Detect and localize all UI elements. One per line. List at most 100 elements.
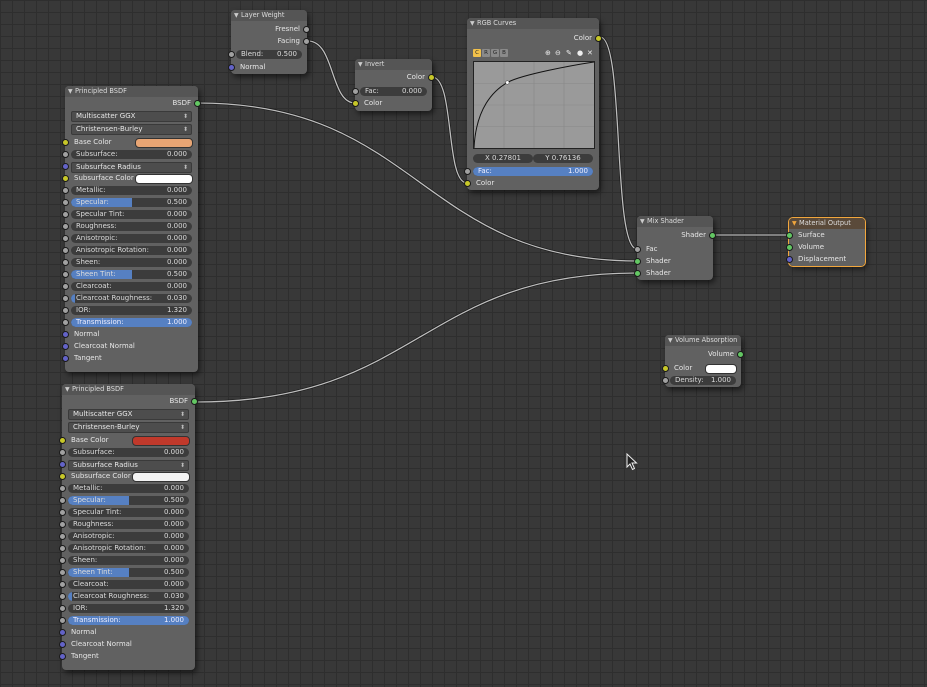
- specular-tint-socket[interactable]: [62, 211, 69, 218]
- clearcoat-roughness-socket[interactable]: [59, 593, 66, 600]
- subsurface-socket[interactable]: [62, 151, 69, 158]
- x-readout-field[interactable]: X 0.27801: [473, 153, 533, 163]
- specular-field[interactable]: Specular: 0.500: [68, 495, 189, 505]
- sheen-field[interactable]: Sheen: 0.000: [68, 555, 189, 565]
- collapse-arrow-icon[interactable]: ▼: [358, 59, 363, 70]
- subsurface-radius-dropdown[interactable]: Subsurface Radius ⬍: [68, 459, 189, 471]
- base-color-swatch[interactable]: [132, 436, 190, 446]
- volume-output-socket[interactable]: [737, 351, 744, 358]
- ior-socket[interactable]: [62, 307, 69, 314]
- subsurface-field[interactable]: Subsurface: 0.000: [71, 149, 192, 159]
- channel-r-button[interactable]: R: [482, 49, 490, 57]
- anisotropic-rotation-field[interactable]: Anisotropic Rotation: 0.000: [71, 245, 192, 255]
- node-header[interactable]: ▼ Principled BSDF: [65, 86, 198, 97]
- zoom-out-icon[interactable]: ⊖: [555, 49, 561, 57]
- density-field[interactable]: Density: 1.000: [670, 375, 736, 385]
- displacement-socket[interactable]: [786, 256, 793, 263]
- collapse-arrow-icon[interactable]: ▼: [68, 86, 73, 97]
- clearcoat-socket[interactable]: [59, 581, 66, 588]
- clip-dot-icon[interactable]: ●: [577, 49, 583, 57]
- base-color-socket[interactable]: [59, 437, 66, 444]
- fac-field[interactable]: Fac: 0.000: [360, 86, 427, 96]
- node-header[interactable]: ▼ RGB Curves: [467, 18, 599, 29]
- principled-bsdf-node-2[interactable]: ▼ Principled BSDF BSDF Multiscatter GGX ⬍ Chr…: [59, 384, 198, 670]
- sheen-socket[interactable]: [59, 557, 66, 564]
- node-header[interactable]: ▼ Invert: [355, 59, 432, 70]
- node-header[interactable]: ▼ Layer Weight: [231, 10, 307, 21]
- roughness-socket[interactable]: [62, 223, 69, 230]
- subsurface-radius-socket[interactable]: [62, 163, 69, 170]
- roughness-field[interactable]: Roughness: 0.000: [71, 221, 192, 231]
- rgb-curves-node[interactable]: ▼ RGB Curves Color C R G B ⊕ ⊖ ✎ ● ✕ X 0.…: [464, 18, 602, 190]
- channel-g-button[interactable]: G: [491, 49, 499, 57]
- specular-socket[interactable]: [62, 199, 69, 206]
- color-output-socket[interactable]: [595, 35, 602, 42]
- specular-tint-socket[interactable]: [59, 509, 66, 516]
- color-input-socket[interactable]: [352, 100, 359, 107]
- shader1-socket[interactable]: [634, 258, 641, 265]
- base-color-swatch[interactable]: [135, 138, 193, 148]
- volume-socket[interactable]: [786, 244, 793, 251]
- node-header[interactable]: ▼ Principled BSDF: [62, 384, 195, 395]
- mix-shader-node[interactable]: ▼ Mix Shader Shader Fac Shader Shader: [634, 216, 716, 280]
- metallic-field[interactable]: Metallic: 0.000: [68, 483, 189, 493]
- anisotropic-rotation-socket[interactable]: [59, 545, 66, 552]
- bsdf-output-socket[interactable]: [194, 100, 201, 107]
- roughness-field[interactable]: Roughness: 0.000: [68, 519, 189, 529]
- specular-tint-field[interactable]: Specular Tint: 0.000: [68, 507, 189, 517]
- zoom-in-icon[interactable]: ⊕: [545, 49, 551, 57]
- fac-socket[interactable]: [352, 88, 359, 95]
- principled-bsdf-node-1[interactable]: ▼ Principled BSDF BSDF Multiscatter GGX ⬍ Chr…: [62, 86, 201, 372]
- tangent-socket[interactable]: [59, 653, 66, 660]
- sheen-tint-socket[interactable]: [62, 271, 69, 278]
- tools-icon[interactable]: ✎: [566, 49, 572, 57]
- specular-field[interactable]: Specular: 0.500: [71, 197, 192, 207]
- subsurface-radius-dropdown[interactable]: Subsurface Radius ⬍: [71, 161, 192, 173]
- metallic-socket[interactable]: [59, 485, 66, 492]
- clearcoat-field[interactable]: Clearcoat: 0.000: [71, 281, 192, 291]
- subsurface-field[interactable]: Subsurface: 0.000: [68, 447, 189, 457]
- base-color-socket[interactable]: [62, 139, 69, 146]
- invert-node[interactable]: ▼ Invert Color Fac: 0.000 Color: [352, 59, 435, 111]
- metallic-socket[interactable]: [62, 187, 69, 194]
- sheen-field[interactable]: Sheen: 0.000: [71, 257, 192, 267]
- transmission-socket[interactable]: [62, 319, 69, 326]
- specular-tint-field[interactable]: Specular Tint: 0.000: [71, 209, 192, 219]
- subsurface-color-swatch[interactable]: [135, 174, 193, 184]
- volume-absorption-node[interactable]: ▼ Volume Absorption Volume Color Density:…: [662, 335, 744, 387]
- subsurface-method-dropdown[interactable]: Christensen-Burley ⬍: [68, 421, 189, 433]
- channel-c-button[interactable]: C: [473, 49, 481, 57]
- facing-socket[interactable]: [303, 38, 310, 45]
- anisotropic-field[interactable]: Anisotropic: 0.000: [71, 233, 192, 243]
- subsurface-method-dropdown[interactable]: Christensen-Burley ⬍: [71, 123, 192, 135]
- ior-socket[interactable]: [59, 605, 66, 612]
- anisotropic-socket[interactable]: [59, 533, 66, 540]
- transmission-field[interactable]: Transmission: 1.000: [68, 615, 189, 625]
- node-header[interactable]: ▼ Mix Shader: [637, 216, 713, 227]
- sheen-socket[interactable]: [62, 259, 69, 266]
- color-input-socket[interactable]: [464, 180, 471, 187]
- subsurface-color-socket[interactable]: [59, 473, 66, 480]
- collapse-arrow-icon[interactable]: ▼: [234, 10, 239, 21]
- subsurface-color-socket[interactable]: [62, 175, 69, 182]
- clearcoat-field[interactable]: Clearcoat: 0.000: [68, 579, 189, 589]
- bsdf-output-socket[interactable]: [191, 398, 198, 405]
- curve-editor[interactable]: [473, 61, 595, 149]
- normal-socket[interactable]: [62, 331, 69, 338]
- fac-socket[interactable]: [634, 246, 641, 253]
- channel-b-button[interactable]: B: [500, 49, 508, 57]
- transmission-field[interactable]: Transmission: 1.000: [71, 317, 192, 327]
- blend-socket[interactable]: [228, 51, 235, 58]
- sheen-tint-socket[interactable]: [59, 569, 66, 576]
- clearcoat-socket[interactable]: [62, 283, 69, 290]
- clearcoat-roughness-socket[interactable]: [62, 295, 69, 302]
- sheen-tint-field[interactable]: Sheen Tint: 0.500: [68, 567, 189, 577]
- transmission-socket[interactable]: [59, 617, 66, 624]
- layer-weight-node[interactable]: ▼ Layer Weight Fresnel Facing Blend: 0.500…: [228, 10, 310, 74]
- anisotropic-field[interactable]: Anisotropic: 0.000: [68, 531, 189, 541]
- color-swatch[interactable]: [705, 364, 737, 374]
- collapse-arrow-icon[interactable]: ▼: [640, 216, 645, 227]
- material-output-node[interactable]: ▼ Material Output Surface Volume Displace…: [786, 217, 866, 267]
- shader-output-socket[interactable]: [709, 232, 716, 239]
- distribution-dropdown[interactable]: Multiscatter GGX ⬍: [71, 110, 192, 122]
